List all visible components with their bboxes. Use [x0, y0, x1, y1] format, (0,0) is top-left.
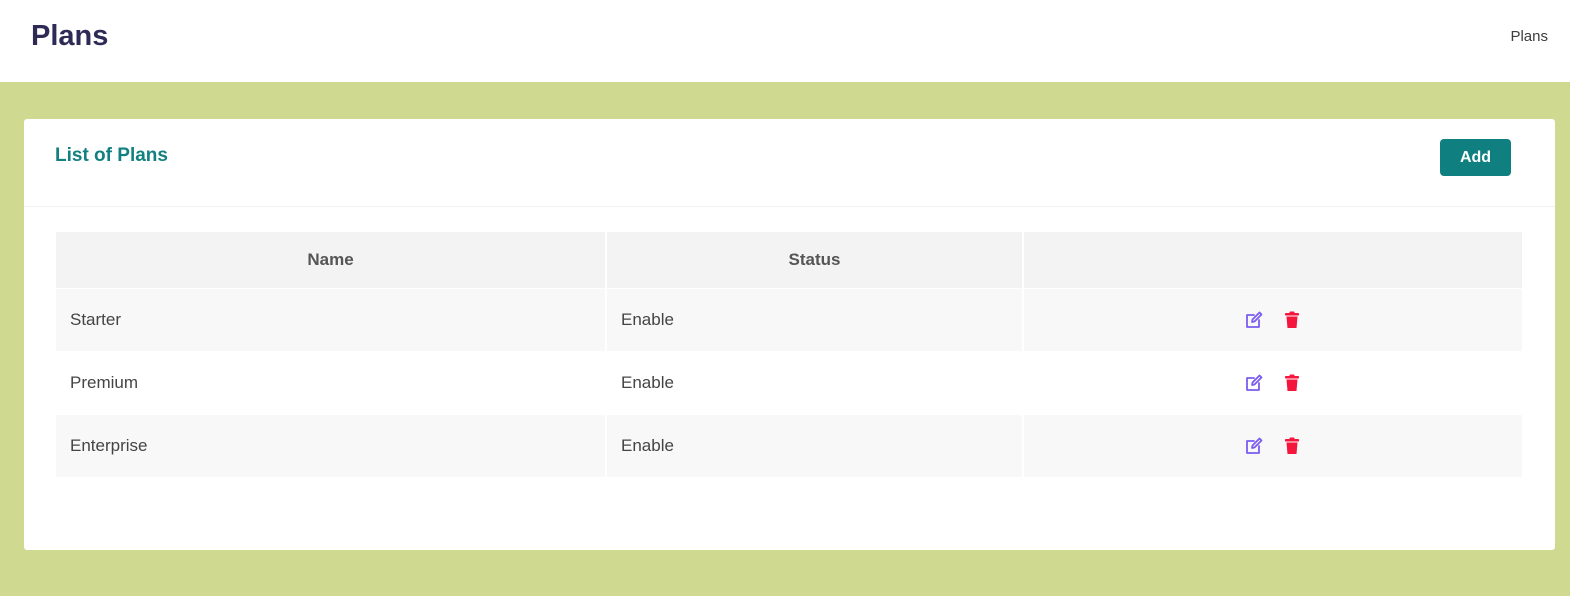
- plans-table: Name Status Starter Enable Premium Enabl…: [56, 232, 1522, 477]
- add-plan-button[interactable]: Add: [1440, 139, 1511, 176]
- plan-status-cell: Enable: [607, 351, 1024, 414]
- plan-actions-cell: [1024, 351, 1522, 414]
- trash-icon[interactable]: [1282, 373, 1302, 393]
- page-title: Plans: [31, 20, 109, 52]
- column-header-actions: [1024, 232, 1522, 288]
- card-header: List of Plans Add: [24, 119, 1555, 207]
- table-row: Enterprise Enable: [56, 414, 1522, 477]
- table-row: Premium Enable: [56, 351, 1522, 414]
- column-header-status[interactable]: Status: [607, 232, 1024, 288]
- plan-name-cell: Starter: [56, 288, 607, 351]
- card-title: List of Plans: [55, 145, 168, 166]
- plan-actions-cell: [1024, 288, 1522, 351]
- plan-actions-cell: [1024, 414, 1522, 477]
- plan-status-cell: Enable: [607, 288, 1024, 351]
- trash-icon[interactable]: [1282, 310, 1302, 330]
- trash-icon[interactable]: [1282, 436, 1302, 456]
- table-header-row: Name Status: [56, 232, 1522, 288]
- edit-icon[interactable]: [1244, 373, 1264, 393]
- plan-name-cell: Enterprise: [56, 414, 607, 477]
- top-bar: Plans Plans: [0, 0, 1570, 82]
- edit-icon[interactable]: [1244, 436, 1264, 456]
- plan-status-cell: Enable: [607, 414, 1024, 477]
- table-row: Starter Enable: [56, 288, 1522, 351]
- plan-name-cell: Premium: [56, 351, 607, 414]
- breadcrumb[interactable]: Plans: [1510, 28, 1548, 45]
- edit-icon[interactable]: [1244, 310, 1264, 330]
- plans-card: List of Plans Add Name Status Starter En…: [24, 119, 1555, 550]
- column-header-name[interactable]: Name: [56, 232, 607, 288]
